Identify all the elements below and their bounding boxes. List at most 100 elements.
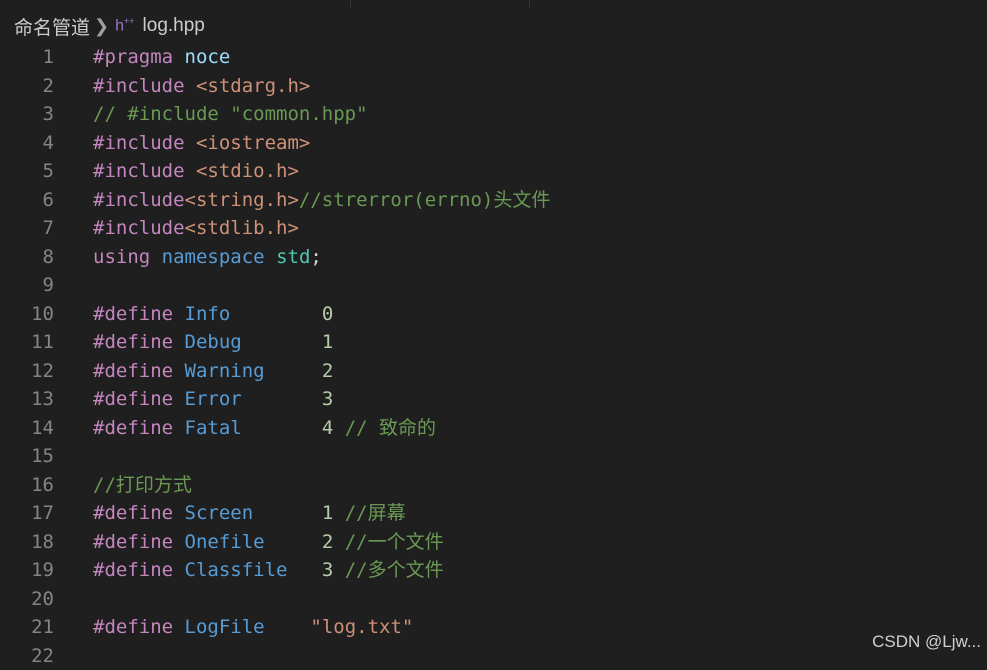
line-number: 14 [0,414,54,443]
code-token: std [276,246,310,268]
line-number: 8 [0,243,54,272]
code-line[interactable]: 10 #define Info 0 [0,300,987,329]
code-line[interactable]: 22 [0,642,987,670]
line-number: 10 [0,300,54,329]
code-line[interactable]: 11 #define Debug 1 [0,328,987,357]
code-token: noce [185,46,231,68]
code-line[interactable]: 17#define Screen 1 //屏幕 [0,499,987,528]
code-token [173,417,184,439]
line-number: 13 [0,385,54,414]
code-token: <string.h> [185,189,299,211]
code-line[interactable]: 13 #define Error 3 [0,385,987,414]
code-token [333,502,344,524]
cpp-header-file-icon: h++ [115,16,134,35]
code-token [265,531,322,553]
code-token: <iostream> [196,132,310,154]
code-token: ; [310,246,321,268]
code-token [265,360,322,382]
code-token: #define [93,559,173,581]
code-token: #define [93,417,173,439]
line-number: 19 [0,556,54,585]
code-token: 4 [322,417,333,439]
code-line[interactable]: 6#include<string.h>//strerror(errno)头文件 [0,186,987,215]
code-token: Onefile [185,531,265,553]
code-text: #define Fatal 4 // 致命的 [93,414,436,443]
code-line[interactable]: 14 #define Fatal 4 // 致命的 [0,414,987,443]
code-text: // #include "common.hpp" [93,100,368,129]
code-line[interactable]: 2#include <stdarg.h> [0,72,987,101]
code-token: #define [93,388,173,410]
code-line[interactable]: 1#pragma noce [0,43,987,72]
code-token [173,331,184,353]
code-line[interactable]: 20 [0,585,987,614]
code-text: #include<stdlib.h> [93,214,299,243]
code-line[interactable]: 4#include <iostream> [0,129,987,158]
code-token: Fatal [185,417,242,439]
code-text: #define Error 3 [93,385,333,414]
code-line[interactable]: 9 [0,271,987,300]
code-line[interactable]: 7 #include<stdlib.h> [0,214,987,243]
code-token [173,616,184,638]
code-token: //一个文件 [345,531,444,553]
breadcrumb-folder[interactable]: 命名管道 [14,13,90,40]
code-token: Error [185,388,242,410]
code-token [173,46,184,68]
code-line[interactable]: 12 #define Warning 2 [0,357,987,386]
code-line[interactable]: 3 // #include "common.hpp" [0,100,987,129]
breadcrumb-file[interactable]: log.hpp [143,15,205,37]
code-line[interactable]: 21#define LogFile "log.txt" [0,613,987,642]
line-number: 16 [0,471,54,500]
code-token: #include [93,132,185,154]
code-line[interactable]: 5#include <stdio.h> [0,157,987,186]
code-text: #define Onefile 2 //一个文件 [93,528,444,557]
code-token [242,388,322,410]
code-token [333,531,344,553]
line-number: 21 [0,613,54,642]
code-token: // #include "common.hpp" [93,103,368,125]
code-line[interactable]: 16 //打印方式 [0,471,987,500]
code-token: #include [93,160,185,182]
code-token [185,75,196,97]
line-number: 12 [0,357,54,386]
code-token [253,502,322,524]
code-token: LogFile [185,616,265,638]
code-token: //strerror(errno)头文件 [299,189,550,211]
code-token [173,559,184,581]
code-token: 2 [322,360,333,382]
code-token: <stdarg.h> [196,75,310,97]
code-token: //打印方式 [93,474,192,496]
code-token: //多个文件 [345,559,444,581]
code-text: #define Warning 2 [93,357,333,386]
line-number: 3 [0,100,54,129]
code-editor[interactable]: 1#pragma noce2#include <stdarg.h>3// #in… [0,43,987,670]
code-token: #pragma [93,46,173,68]
code-token: #include [93,217,185,239]
code-text: #define Info 0 [93,300,333,329]
code-line[interactable]: 8using namespace std; [0,243,987,272]
tab-divider [0,0,351,8]
line-number: 7 [0,214,54,243]
code-token [185,132,196,154]
code-text: //打印方式 [93,471,192,500]
code-token [242,331,322,353]
tab-divider [351,0,530,8]
code-text: #define Debug 1 [93,328,333,357]
code-line[interactable]: 15 [0,442,987,471]
code-token: namespace [162,246,265,268]
line-number: 11 [0,328,54,357]
code-token [242,417,322,439]
code-token: // 致命的 [345,417,436,439]
code-token: <stdlib.h> [185,217,299,239]
code-token: "log.txt" [310,616,413,638]
code-line[interactable]: 19#define Classfile 3 //多个文件 [0,556,987,585]
code-token [173,388,184,410]
code-token [150,246,161,268]
code-line[interactable]: 18#define Onefile 2 //一个文件 [0,528,987,557]
code-token: Warning [185,360,265,382]
code-token [287,559,321,581]
code-token: 2 [322,531,333,553]
code-token: Debug [185,331,242,353]
code-token: #define [93,331,173,353]
line-number: 17 [0,499,54,528]
line-number: 6 [0,186,54,215]
